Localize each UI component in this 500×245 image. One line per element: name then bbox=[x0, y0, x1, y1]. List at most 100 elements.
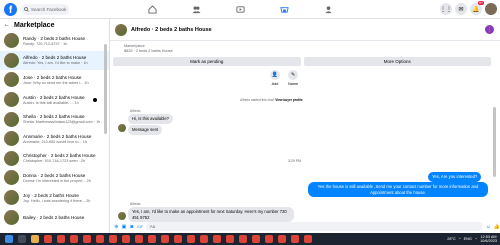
thread-item[interactable]: Donna · 2 beds 2 baths House Donna: I'm i… bbox=[0, 168, 109, 188]
weather-label[interactable]: 28°C bbox=[447, 237, 455, 241]
conversation-panel: Alfredo · 2 beds 2 baths House ⋮ Marketp… bbox=[110, 19, 500, 233]
add-action[interactable]: 👤 Add bbox=[270, 70, 280, 86]
chrome-icon[interactable] bbox=[70, 235, 78, 243]
thread-item[interactable]: Joy · 2 beds 2 baths House Joy: Hello, I … bbox=[0, 188, 109, 208]
sender-avatar[interactable] bbox=[118, 212, 126, 220]
thread-item[interactable]: Christopher · 2 beds 2 baths House Christ… bbox=[0, 149, 109, 169]
sidebar-title: Marketplace bbox=[14, 21, 55, 29]
chrome-icon[interactable] bbox=[252, 235, 260, 243]
tray-arrow-icon[interactable]: ^ bbox=[459, 237, 461, 241]
conversation-header: Alfredo · 2 beds 2 baths House bbox=[110, 19, 500, 41]
chrome-icon[interactable] bbox=[226, 235, 234, 243]
chrome-icon[interactable] bbox=[161, 235, 169, 243]
gif-icon[interactable]: GIF bbox=[137, 224, 143, 230]
nav-marketplace[interactable] bbox=[262, 2, 306, 16]
my-message-bubble: Yes, Are you interested? bbox=[428, 172, 482, 182]
chrome-icon[interactable] bbox=[174, 235, 182, 243]
notifications-button[interactable]: 🔔 9+ bbox=[470, 1, 484, 15]
thread-thumbnail bbox=[4, 170, 19, 186]
chrome-icon[interactable] bbox=[148, 235, 156, 243]
thread-item[interactable]: Sheila · 2 beds 2 baths House Sheila: Mar… bbox=[0, 109, 109, 129]
chrome-icon[interactable] bbox=[135, 235, 143, 243]
emoji-icon[interactable]: ☺ bbox=[486, 224, 491, 230]
thread-thumbnail bbox=[4, 190, 19, 206]
thread-item[interactable]: Austin · 2 beds 2 baths House Austin: Is … bbox=[0, 90, 109, 110]
add-person-icon: 👤 bbox=[270, 70, 280, 80]
listing-text[interactable]: $825 · 2 beds 2 baths House bbox=[124, 49, 173, 54]
file-explorer-icon[interactable] bbox=[31, 235, 39, 243]
search-input[interactable]: Search Facebook bbox=[21, 3, 69, 15]
profile-avatar[interactable] bbox=[485, 3, 497, 15]
chrome-icon[interactable] bbox=[44, 235, 52, 243]
my-message-bubble: Yes the house is still available ,Send m… bbox=[308, 182, 488, 197]
chrome-icon[interactable] bbox=[304, 235, 312, 243]
nav-friends[interactable] bbox=[174, 2, 218, 16]
nav-groups[interactable] bbox=[306, 2, 350, 16]
back-arrow-icon[interactable]: ← bbox=[4, 22, 10, 28]
thread-item[interactable]: Bailey · 2 beds 2 baths House bbox=[0, 207, 109, 227]
mark-as-pending-button[interactable]: Mark as pending bbox=[113, 57, 301, 66]
chrome-icon[interactable] bbox=[96, 235, 104, 243]
groups-icon bbox=[324, 5, 332, 13]
conversation-scrollbar[interactable] bbox=[493, 107, 496, 177]
chrome-icon[interactable] bbox=[57, 235, 65, 243]
video-icon bbox=[235, 5, 245, 13]
unread-dot bbox=[93, 97, 97, 102]
chrome-icon[interactable] bbox=[278, 235, 286, 243]
thread-thumbnail bbox=[4, 33, 19, 49]
thread-title: Annmarie · 2 beds 2 baths House bbox=[23, 133, 92, 139]
search-taskbar-icon[interactable] bbox=[18, 235, 26, 243]
message-input[interactable]: Aa bbox=[145, 222, 483, 231]
chrome-icon[interactable] bbox=[122, 235, 130, 243]
nav-watch[interactable] bbox=[218, 2, 262, 16]
sidebar-scrollbar[interactable] bbox=[104, 44, 107, 134]
plus-icon[interactable]: ⊕ bbox=[114, 224, 119, 230]
thread-title: Bailey · 2 beds 2 baths House bbox=[23, 214, 85, 220]
chrome-icon[interactable] bbox=[213, 235, 221, 243]
name-action[interactable]: ✎ Name bbox=[288, 70, 298, 86]
wifi-icon[interactable]: ◔ bbox=[475, 237, 477, 241]
listing-info: Marketplace $825 · 2 beds 2 baths House bbox=[124, 44, 173, 54]
chrome-icon[interactable] bbox=[83, 235, 91, 243]
chrome-icon[interactable] bbox=[109, 235, 117, 243]
sender-name: Alfredo bbox=[130, 202, 141, 206]
chrome-icon[interactable] bbox=[239, 235, 247, 243]
thread-title: Sheila · 2 beds 2 baths House bbox=[23, 114, 85, 120]
thread-thumbnail bbox=[4, 52, 19, 68]
thread-item[interactable]: Annmarie · 2 beds 2 baths House Annmarie:… bbox=[0, 129, 109, 149]
conversation-title[interactable]: Alfredo · 2 beds 2 baths House bbox=[131, 27, 212, 33]
sender-name: Alfredo bbox=[130, 109, 141, 113]
chrome-icon[interactable] bbox=[265, 235, 273, 243]
thread-thumbnail bbox=[4, 72, 19, 88]
message-placeholder: Aa bbox=[149, 224, 156, 229]
windows-start-icon[interactable] bbox=[5, 235, 13, 243]
thread-title: Jose · 2 beds 2 baths House bbox=[23, 74, 82, 80]
conversation-thumbnail[interactable] bbox=[115, 23, 127, 36]
sender-avatar[interactable] bbox=[118, 124, 126, 132]
language-label[interactable]: ENG bbox=[464, 237, 472, 241]
thread-item[interactable]: Randy · 2 beds 2 baths House Randy: 720-7… bbox=[0, 31, 109, 51]
info-icon[interactable]: ⋮ bbox=[485, 25, 494, 34]
like-icon[interactable]: 👍 bbox=[494, 224, 500, 230]
sticker-icon[interactable]: ◙ bbox=[129, 224, 134, 230]
thread-item-active[interactable]: Alfredo · 2 beds 2 baths House Alfredo: Y… bbox=[0, 50, 109, 71]
menu-button[interactable]: ⋮⋮ bbox=[440, 3, 452, 15]
pencil-icon: ✎ bbox=[288, 70, 299, 80]
system-note: Alfredo started this chat. View buyer pr… bbox=[240, 98, 303, 102]
view-buyer-profile-link[interactable]: View buyer profile bbox=[275, 98, 302, 102]
chrome-icon[interactable] bbox=[291, 235, 299, 243]
thread-item[interactable]: Jose · 2 beds 2 baths House Jose: Why so … bbox=[0, 70, 109, 90]
thread-thumbnail bbox=[4, 111, 19, 127]
image-icon[interactable]: ▣ bbox=[122, 224, 127, 230]
facebook-logo-icon[interactable]: f bbox=[4, 2, 17, 16]
more-options-button[interactable]: More Options bbox=[303, 57, 491, 66]
clock[interactable]: 12:53 AM 10/6/2023 bbox=[480, 235, 497, 243]
add-label: Add bbox=[271, 82, 279, 86]
marketplace-sidebar: ← Marketplace Randy · 2 beds 2 baths Hou… bbox=[0, 19, 110, 233]
nav-home[interactable] bbox=[130, 2, 174, 16]
message-bubble: Message sent bbox=[128, 125, 163, 135]
chrome-icon[interactable] bbox=[187, 235, 195, 243]
chrome-icon[interactable] bbox=[200, 235, 208, 243]
windows-taskbar: 28°C ^ ENG ◔ 12:53 AM 10/6/2023 bbox=[0, 233, 500, 245]
messenger-button[interactable]: ✉ bbox=[455, 3, 467, 15]
